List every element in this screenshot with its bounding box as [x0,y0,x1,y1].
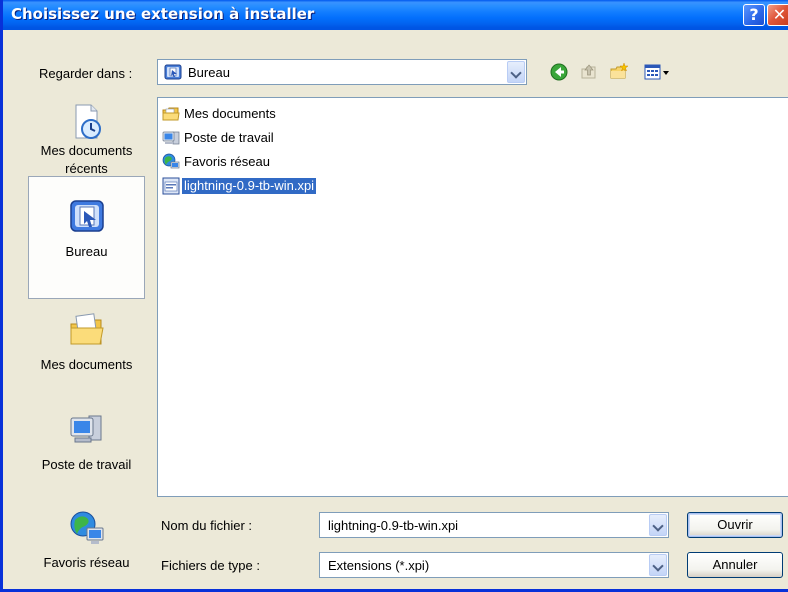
file-name: lightning-0.9-tb-win.xpi [182,178,317,194]
place-my-computer[interactable]: Poste de travail [28,410,145,500]
file-name: Favoris réseau [184,154,270,169]
recent-documents-icon [75,104,101,139]
place-label: Bureau [65,244,108,259]
cancel-button[interactable]: Annuler [687,552,783,578]
xpi-file-icon [162,177,180,195]
file-list[interactable]: Mes documents Poste de travail Favoris r… [157,97,788,497]
network-icon [162,153,180,169]
places-bar: Mes documents récents Bureau Mes documen… [28,96,145,586]
place-label: Favoris réseau [43,555,130,570]
filetype-dropdown[interactable]: Extensions (*.xpi) [319,552,669,578]
desktop-icon [69,200,104,232]
filename-label: Nom du fichier : [161,518,253,533]
place-label: Mes documents récents [40,143,133,176]
filetype-label: Fichiers de type : [161,558,260,573]
lookin-dropdown-arrow[interactable] [507,61,525,83]
my-documents-icon [70,313,104,345]
lookin-label: Regarder dans : [39,66,133,81]
views-menu-icon[interactable] [643,62,673,82]
filetype-value: Extensions (*.xpi) [328,558,430,573]
desktop-icon [164,64,182,80]
open-button[interactable]: Ouvrir [687,512,783,538]
folder-icon [162,107,180,121]
network-places-icon [70,511,103,544]
computer-icon [162,131,180,145]
new-folder-icon[interactable] [609,62,629,82]
close-button[interactable]: ✕ [767,4,788,26]
filename-input[interactable]: lightning-0.9-tb-win.xpi [319,512,669,538]
window-title: Choisissez une extension à installer [11,5,315,23]
title-bar[interactable]: Choisissez une extension à installer ? ✕ [3,0,788,30]
place-desktop[interactable]: Bureau [28,176,145,299]
filetype-dropdown-arrow[interactable] [649,554,667,576]
place-label: Mes documents [40,357,133,372]
place-network-places[interactable]: Favoris réseau [28,508,145,588]
file-name: Poste de travail [184,130,274,145]
lookin-dropdown[interactable]: Bureau [157,59,527,85]
help-button[interactable]: ? [743,4,765,26]
up-folder-icon[interactable] [579,62,599,82]
file-open-dialog: Choisissez une extension à installer ? ✕… [0,0,788,592]
filename-dropdown-arrow[interactable] [649,514,667,536]
place-label: Poste de travail [41,457,132,472]
lookin-value: Bureau [188,65,230,80]
filename-value: lightning-0.9-tb-win.xpi [328,518,459,533]
place-my-documents[interactable]: Mes documents [28,310,145,400]
my-computer-icon [70,415,101,443]
back-icon[interactable] [549,62,569,82]
file-name: Mes documents [184,106,276,121]
